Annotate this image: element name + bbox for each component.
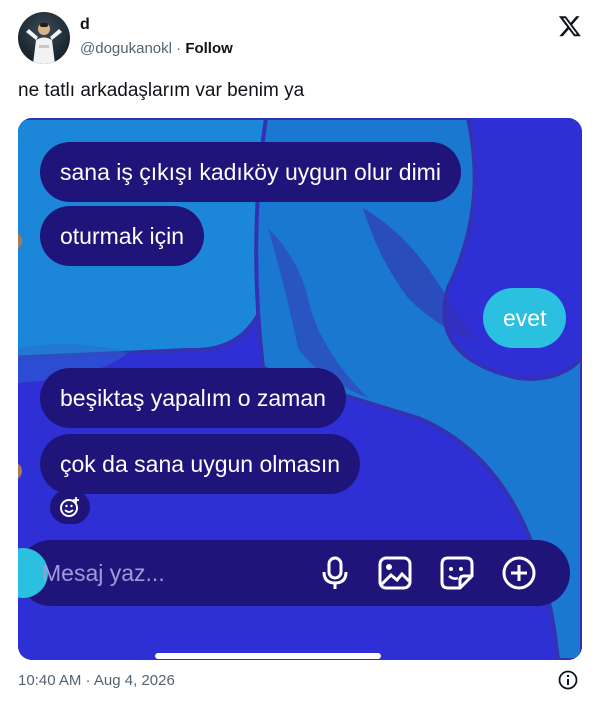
- message-bubble[interactable]: çok da sana uygun olmasın: [40, 434, 361, 494]
- handle[interactable]: @dogukanokl: [80, 40, 172, 57]
- message-input[interactable]: Mesaj yaz...: [42, 540, 165, 606]
- x-logo-icon[interactable]: [558, 14, 582, 38]
- smiley-reaction-icon[interactable]: [50, 490, 90, 524]
- tweet-text: ne tatlı arkadaşlarım var benim ya: [18, 80, 305, 101]
- avatar[interactable]: [18, 12, 70, 64]
- home-indicator: [155, 653, 381, 659]
- plus-circle-icon[interactable]: [500, 554, 538, 592]
- message-bubble[interactable]: oturmak için: [40, 206, 204, 266]
- message-bubble[interactable]: sana iş çıkışı kadıköy uygun olur dimi: [40, 142, 461, 202]
- info-icon[interactable]: [558, 670, 578, 690]
- image-icon[interactable]: [376, 554, 414, 592]
- tweet-header: d @dogukanokl · Follow: [18, 12, 584, 68]
- follow-button[interactable]: Follow: [185, 40, 233, 57]
- message-bubble-sent[interactable]: evet: [483, 288, 567, 348]
- separator: ·: [171, 40, 186, 57]
- handle-row: @dogukanokl · Follow: [80, 40, 233, 57]
- microphone-icon[interactable]: [316, 554, 354, 592]
- timestamp[interactable]: 10:40 AM · Aug 4, 2026: [18, 672, 175, 689]
- display-name[interactable]: d: [80, 16, 90, 34]
- sticker-icon[interactable]: [438, 554, 476, 592]
- message-bubble[interactable]: beşiktaş yapalım o zaman: [40, 368, 346, 428]
- chat-screenshot[interactable]: sana iş çıkışı kadıköy uygun olur dimi o…: [18, 118, 582, 660]
- message-composer[interactable]: Mesaj yaz...: [18, 540, 570, 606]
